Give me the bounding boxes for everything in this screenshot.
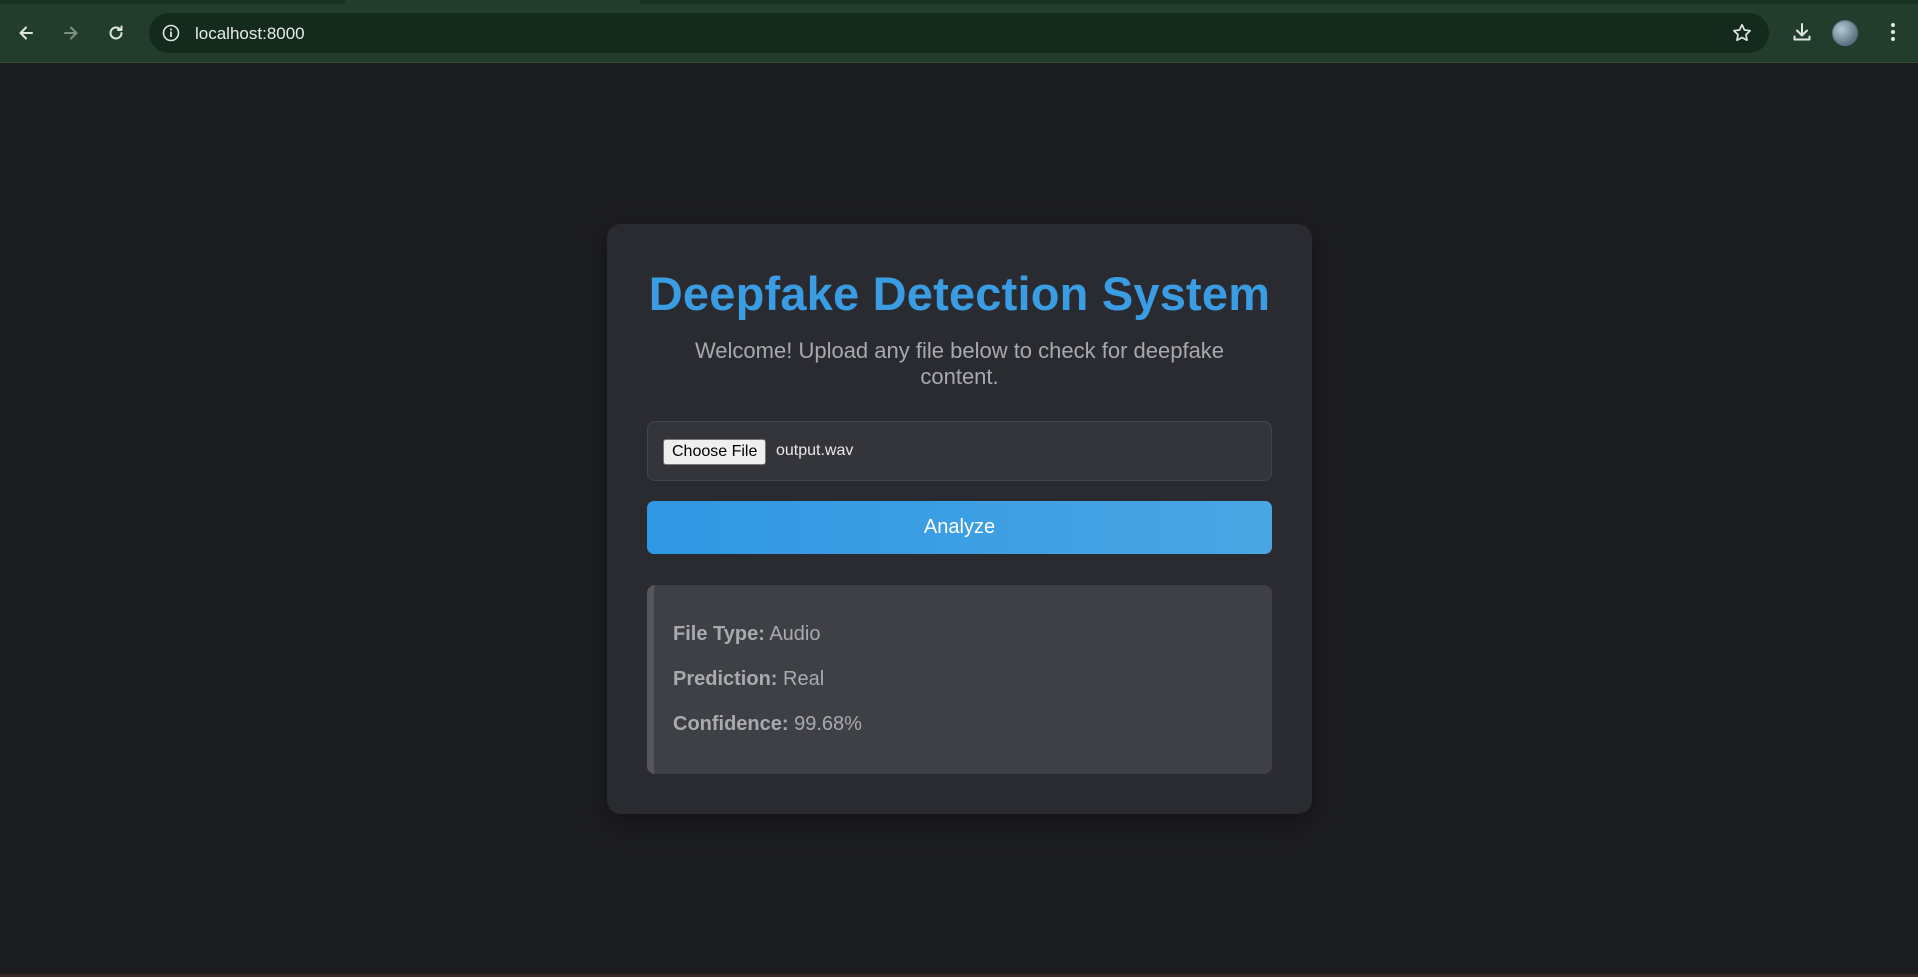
forward-arrow-icon [64,26,78,40]
address-bar[interactable]: localhost:8000 [149,13,1769,53]
file-type-label: File Type: [673,623,765,645]
reload-button[interactable] [101,18,131,48]
file-upload-field[interactable]: Choose File output.wav [647,421,1272,481]
file-type-value: Audio [769,623,821,645]
analyze-button[interactable]: Analyze [647,501,1272,554]
browser-menu-button[interactable] [1879,18,1907,46]
selected-file-name: output.wav [776,442,854,459]
prediction-value: Real [783,668,825,690]
forward-button[interactable] [56,18,86,48]
welcome-text: Welcome! Upload any file below to check … [694,338,1225,389]
prediction-label: Prediction: [673,668,778,690]
tab-strip-edge [0,0,345,4]
result-confidence: Confidence: 99.68% [673,713,862,736]
result-file-type: File Type: Audio [673,623,820,646]
star-icon[interactable] [1731,22,1753,44]
browser-toolbar: localhost:8000 [0,0,1918,63]
download-icon [1793,23,1811,41]
site-info-icon[interactable] [161,23,181,43]
back-button[interactable] [11,18,41,48]
confidence-value: 99.68% [794,713,862,735]
result-panel: File Type: Audio Prediction: Real Confid… [647,585,1272,774]
downloads-button[interactable] [1788,18,1816,46]
detection-card: Deepfake Detection System Welcome! Uploa… [607,224,1312,814]
result-prediction: Prediction: Real [673,668,824,691]
kebab-menu-icon [1891,23,1895,41]
url-text[interactable]: localhost:8000 [195,24,305,44]
profile-avatar[interactable] [1832,20,1858,46]
back-arrow-icon [19,26,33,40]
page-title: Deepfake Detection System [648,267,1271,320]
confidence-label: Confidence: [673,713,789,735]
choose-file-button[interactable]: Choose File [663,439,767,465]
reload-icon [109,25,123,40]
tab-strip-edge [640,0,1918,4]
